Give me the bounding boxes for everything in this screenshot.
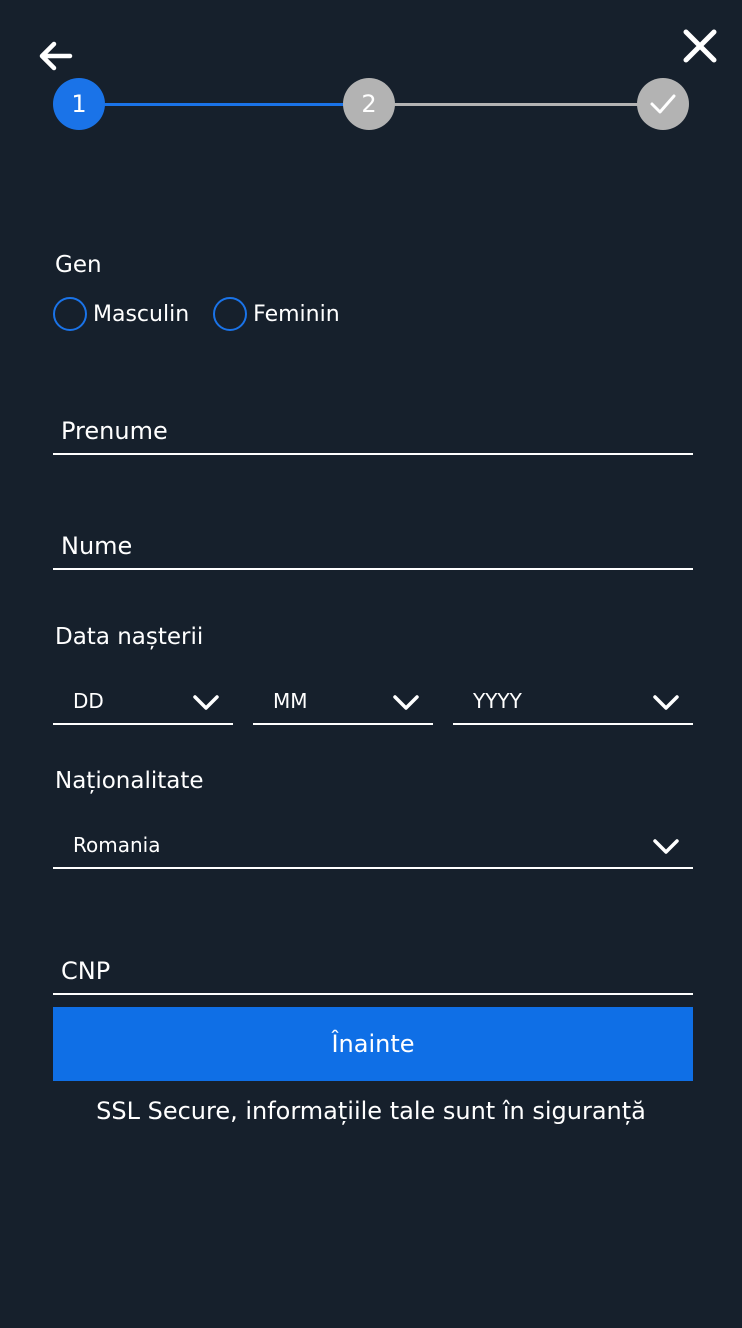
radio-circle-female[interactable] — [213, 297, 248, 331]
step-1-label: 1 — [71, 90, 87, 118]
birth-year-select[interactable]: YYYY — [453, 681, 693, 725]
birth-month-value: MM — [273, 689, 308, 713]
gender-option-female-label: Feminin — [253, 301, 340, 327]
next-button[interactable]: Înainte — [53, 1007, 693, 1081]
gender-radio-group: Masculin Feminin — [53, 297, 364, 331]
last-name-placeholder: Nume — [61, 532, 133, 560]
birth-year-value: YYYY — [473, 689, 522, 713]
cnp-placeholder: CNP — [61, 957, 111, 985]
close-button[interactable] — [680, 26, 720, 66]
stepper-line-completed — [79, 103, 371, 106]
close-icon — [683, 29, 717, 63]
ssl-secure-note: SSL Secure, informațiile tale sunt în si… — [96, 1097, 646, 1125]
stepper-line-pending — [371, 103, 667, 106]
chevron-down-icon — [653, 695, 679, 710]
gender-option-female[interactable]: Feminin — [213, 297, 340, 331]
first-name-placeholder: Prenume — [61, 417, 168, 445]
arrow-left-icon — [39, 41, 73, 71]
birth-day-value: DD — [73, 689, 104, 713]
nationality-select[interactable]: Romania — [53, 825, 693, 869]
step-1-indicator: 1 — [53, 78, 105, 130]
birth-date-label: Data nașterii — [55, 624, 204, 650]
check-icon — [650, 94, 676, 114]
nationality-value: Romania — [73, 833, 161, 857]
nationality-label: Naționalitate — [55, 768, 204, 794]
progress-stepper: 1 2 — [53, 78, 693, 130]
step-2-label: 2 — [361, 90, 377, 118]
gender-option-male[interactable]: Masculin — [53, 297, 189, 331]
gender-label: Gen — [55, 252, 102, 278]
chevron-down-icon — [653, 839, 679, 854]
birth-month-select[interactable]: MM — [253, 681, 433, 725]
last-name-field[interactable]: Nume — [53, 522, 693, 570]
chevron-down-icon — [193, 695, 219, 710]
birth-day-select[interactable]: DD — [53, 681, 233, 725]
back-button[interactable] — [36, 38, 76, 74]
cnp-field[interactable]: CNP — [53, 947, 693, 995]
registration-step-page: 1 2 Gen Masculin Feminin Prenume Nume Da… — [0, 0, 742, 1328]
gender-option-male-label: Masculin — [93, 301, 190, 327]
first-name-field[interactable]: Prenume — [53, 407, 693, 455]
step-2-indicator: 2 — [343, 78, 395, 130]
radio-circle-male[interactable] — [53, 297, 87, 331]
step-final-indicator — [637, 78, 689, 130]
chevron-down-icon — [393, 695, 419, 710]
